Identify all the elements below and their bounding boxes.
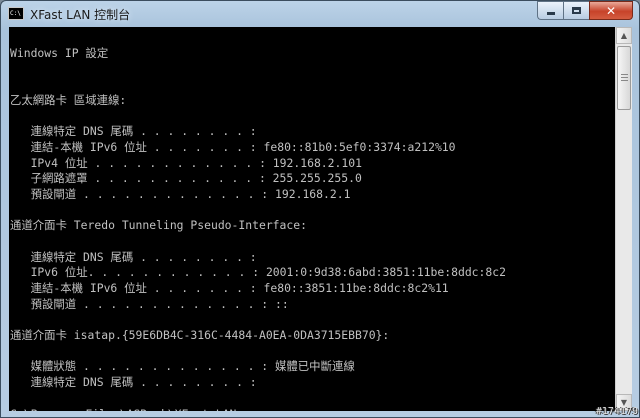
console-line: 通道介面卡 Teredo Tunneling Pseudo-Interface: — [10, 218, 307, 233]
maximize-icon — [572, 7, 581, 14]
console-line: 預設閘道 . . . . . . . . . . . . . : 192.168… — [10, 186, 351, 201]
thumb-grip — [621, 77, 628, 78]
scroll-up-arrow-icon[interactable]: ▲ — [616, 27, 632, 44]
console-line: IPv6 位址. . . . . . . . . . . . : 2001:0:… — [10, 265, 506, 280]
thumb-grip — [621, 74, 628, 75]
console-line: 連結-本機 IPv6 位址 . . . . . . . : fe80::3851… — [10, 281, 449, 295]
console-line: 乙太網路卡 區域連線: — [10, 92, 127, 107]
console-line: 通道介面卡 isatap.{59E6DB4C-316C-4484-A0EA-0D… — [10, 328, 390, 343]
console-lines: Windows IP 設定乙太網路卡 區域連線: 連線特定 DNS 尾碼 . .… — [10, 30, 506, 411]
console-line: 媒體狀態 . . . . . . . . . . . . . : 媒體已中斷連線 — [10, 359, 355, 374]
console-line: 子網路遮罩 . . . . . . . . . . . . : 255.255.… — [10, 171, 362, 186]
console-line: IPv4 位址 . . . . . . . . . . . . : 192.16… — [10, 155, 362, 170]
console-line: 連線特定 DNS 尾碼 . . . . . . . . : — [10, 375, 257, 390]
console-line: Windows IP 設定 — [10, 45, 109, 60]
console-output[interactable]: Windows IP 設定乙太網路卡 區域連線: 連線特定 DNS 尾碼 . .… — [9, 27, 615, 411]
console-line: 連線特定 DNS 尾碼 . . . . . . . . : — [10, 124, 257, 139]
close-button[interactable]: ✕ — [589, 1, 633, 20]
maximize-button[interactable] — [563, 1, 589, 20]
console-line: 預設閘道 . . . . . . . . . . . . . : :: — [10, 296, 289, 311]
thumb-grip — [621, 80, 628, 81]
title-bar[interactable]: C:\ XFast LAN 控制台 ✕ — [1, 1, 639, 27]
console-line: 連結-本機 IPv6 位址 . . . . . . . : fe80::81b0… — [10, 139, 456, 154]
console-window: C:\ XFast LAN 控制台 ✕ Windows IP 設定乙太網路卡 區… — [0, 0, 640, 418]
minimize-button[interactable] — [537, 1, 563, 20]
console-line: C:\Program Files\ASRock\XFast LAN> — [10, 407, 506, 412]
image-watermark: #174179 — [595, 406, 638, 417]
vertical-scrollbar[interactable]: ▲ ▼ — [615, 27, 632, 411]
window-title: XFast LAN 控制台 — [30, 8, 131, 22]
caption-buttons: ✕ — [537, 1, 633, 20]
minimize-icon — [546, 12, 555, 15]
console-app-icon[interactable]: C:\ — [8, 7, 24, 20]
close-icon: ✕ — [605, 3, 617, 18]
console-line: 連線特定 DNS 尾碼 . . . . . . . . : — [10, 249, 257, 264]
scroll-thumb[interactable] — [617, 46, 631, 110]
